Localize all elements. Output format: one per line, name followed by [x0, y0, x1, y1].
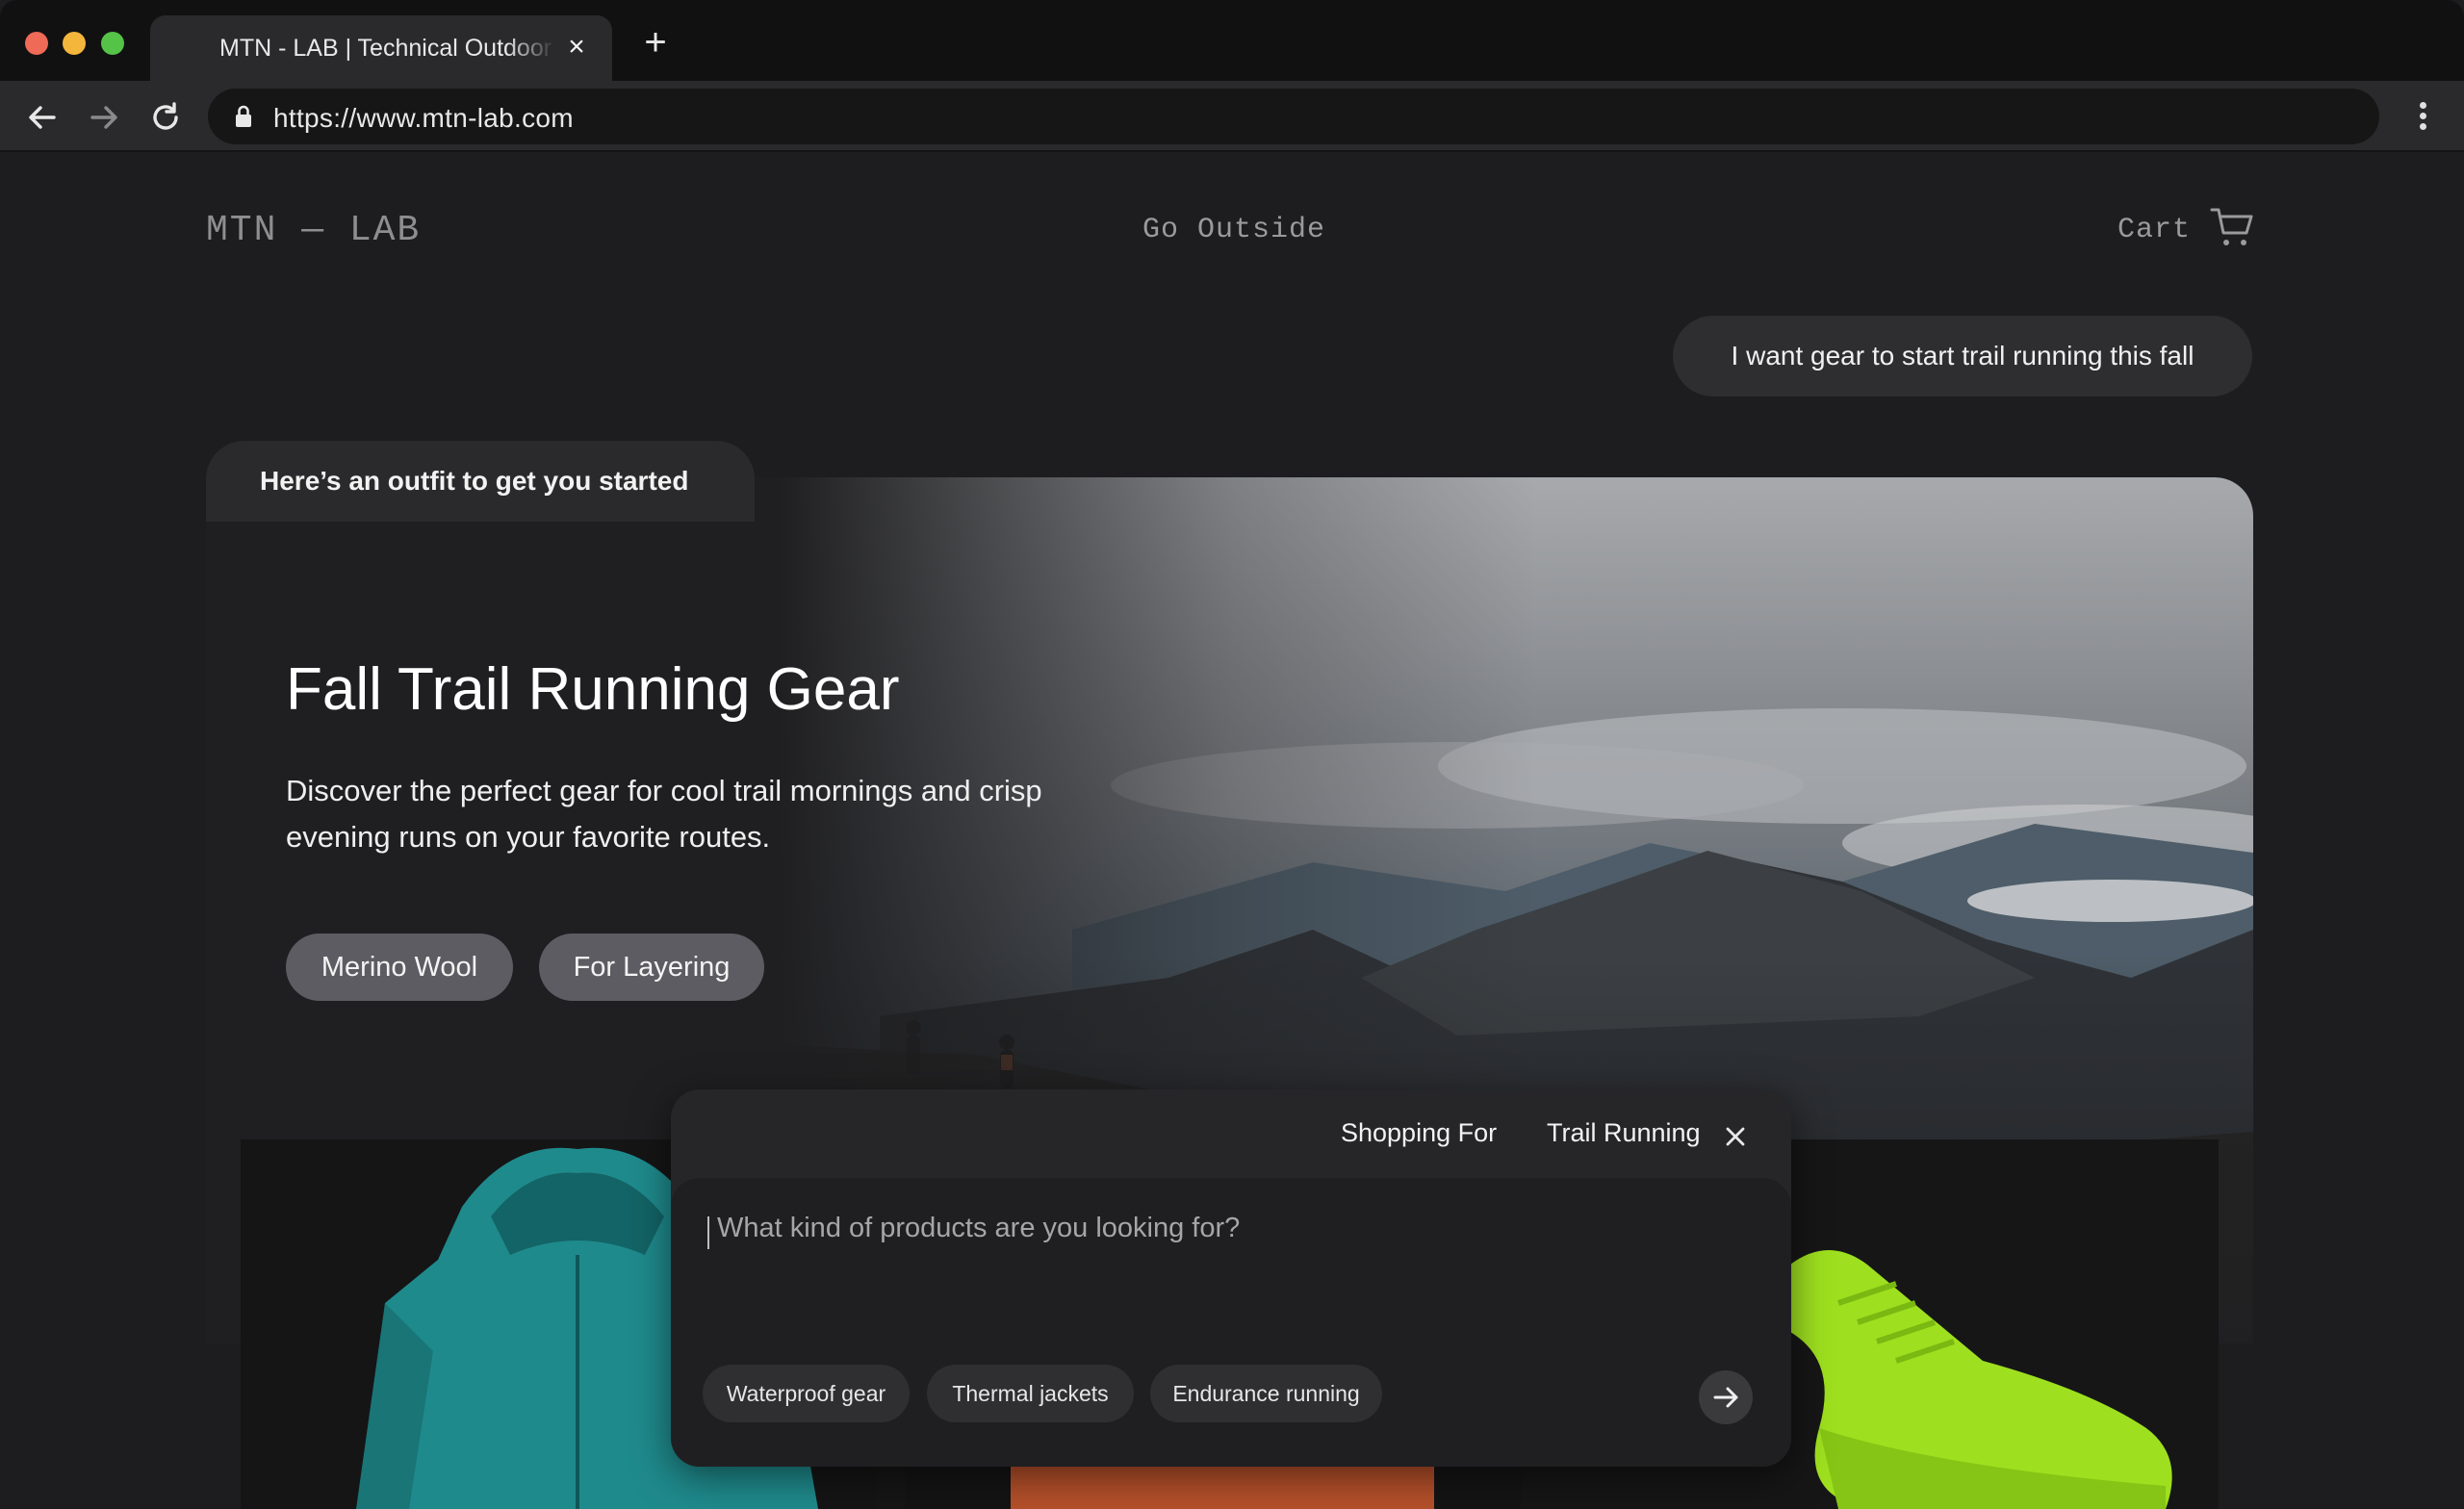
url-text: https://www.mtn-lab.com [273, 103, 574, 133]
hero-description: Discover the perfect gear for cool trail… [286, 774, 1042, 854]
kebab-menu-icon[interactable] [2408, 102, 2437, 137]
send-arrow-icon [1713, 1387, 1738, 1408]
suggestion-endurance-running[interactable]: Endurance running [1150, 1365, 1382, 1422]
tab-title: MTN - LAB | Technical Outdoor [219, 35, 552, 62]
tag-merino-wool[interactable]: Merino Wool [286, 934, 513, 1001]
close-window-button[interactable] [25, 32, 48, 55]
site-logo[interactable]: MTN — LAB [206, 210, 421, 251]
close-icon[interactable] [1721, 1122, 1750, 1151]
tag-for-layering[interactable]: For Layering [539, 934, 764, 1001]
suggestion-waterproof-gear[interactable]: Waterproof gear [703, 1365, 910, 1422]
reload-icon[interactable] [146, 98, 185, 137]
maximize-window-button[interactable] [101, 32, 124, 55]
go-outside-link[interactable]: Go Outside [1142, 214, 1325, 246]
minimize-window-button[interactable] [63, 32, 86, 55]
user-message-bubble: I want gear to start trail running this … [1673, 316, 2252, 396]
shopping-for-label: Shopping For [1341, 1118, 1498, 1147]
tab-close-icon[interactable]: × [562, 33, 591, 62]
browser-window: MTN - LAB | Technical Outdoor × + https:… [0, 0, 2464, 1509]
cart-icon[interactable] [2210, 206, 2254, 248]
assistant-message-tag: Here’s an outfit to get you started [206, 441, 755, 522]
hero-title: Fall Trail Running Gear [286, 656, 900, 723]
browser-toolbar: https://www.mtn-lab.com [0, 81, 2464, 152]
suggestion-thermal-jackets[interactable]: Thermal jackets [927, 1365, 1134, 1422]
search-input[interactable] [717, 1213, 1680, 1244]
text-caret [707, 1216, 709, 1249]
web-page: MTN — LAB Go Outside Cart I want gear to… [0, 152, 2464, 1509]
browser-tab[interactable]: MTN - LAB | Technical Outdoor × [150, 15, 612, 81]
tab-strip: MTN - LAB | Technical Outdoor × + [0, 0, 2464, 81]
address-bar[interactable]: https://www.mtn-lab.com [208, 89, 2379, 144]
send-button[interactable] [1699, 1370, 1753, 1424]
shopping-for-value[interactable]: Trail Running [1547, 1118, 1701, 1148]
search-input-area: Waterproof gear Thermal jackets Enduranc… [671, 1178, 1791, 1467]
forward-arrow-icon[interactable] [85, 98, 123, 137]
lock-icon [233, 104, 254, 129]
back-arrow-icon[interactable] [23, 98, 62, 137]
new-tab-button[interactable]: + [639, 23, 672, 62]
cart-link[interactable]: Cart [2118, 214, 2191, 246]
